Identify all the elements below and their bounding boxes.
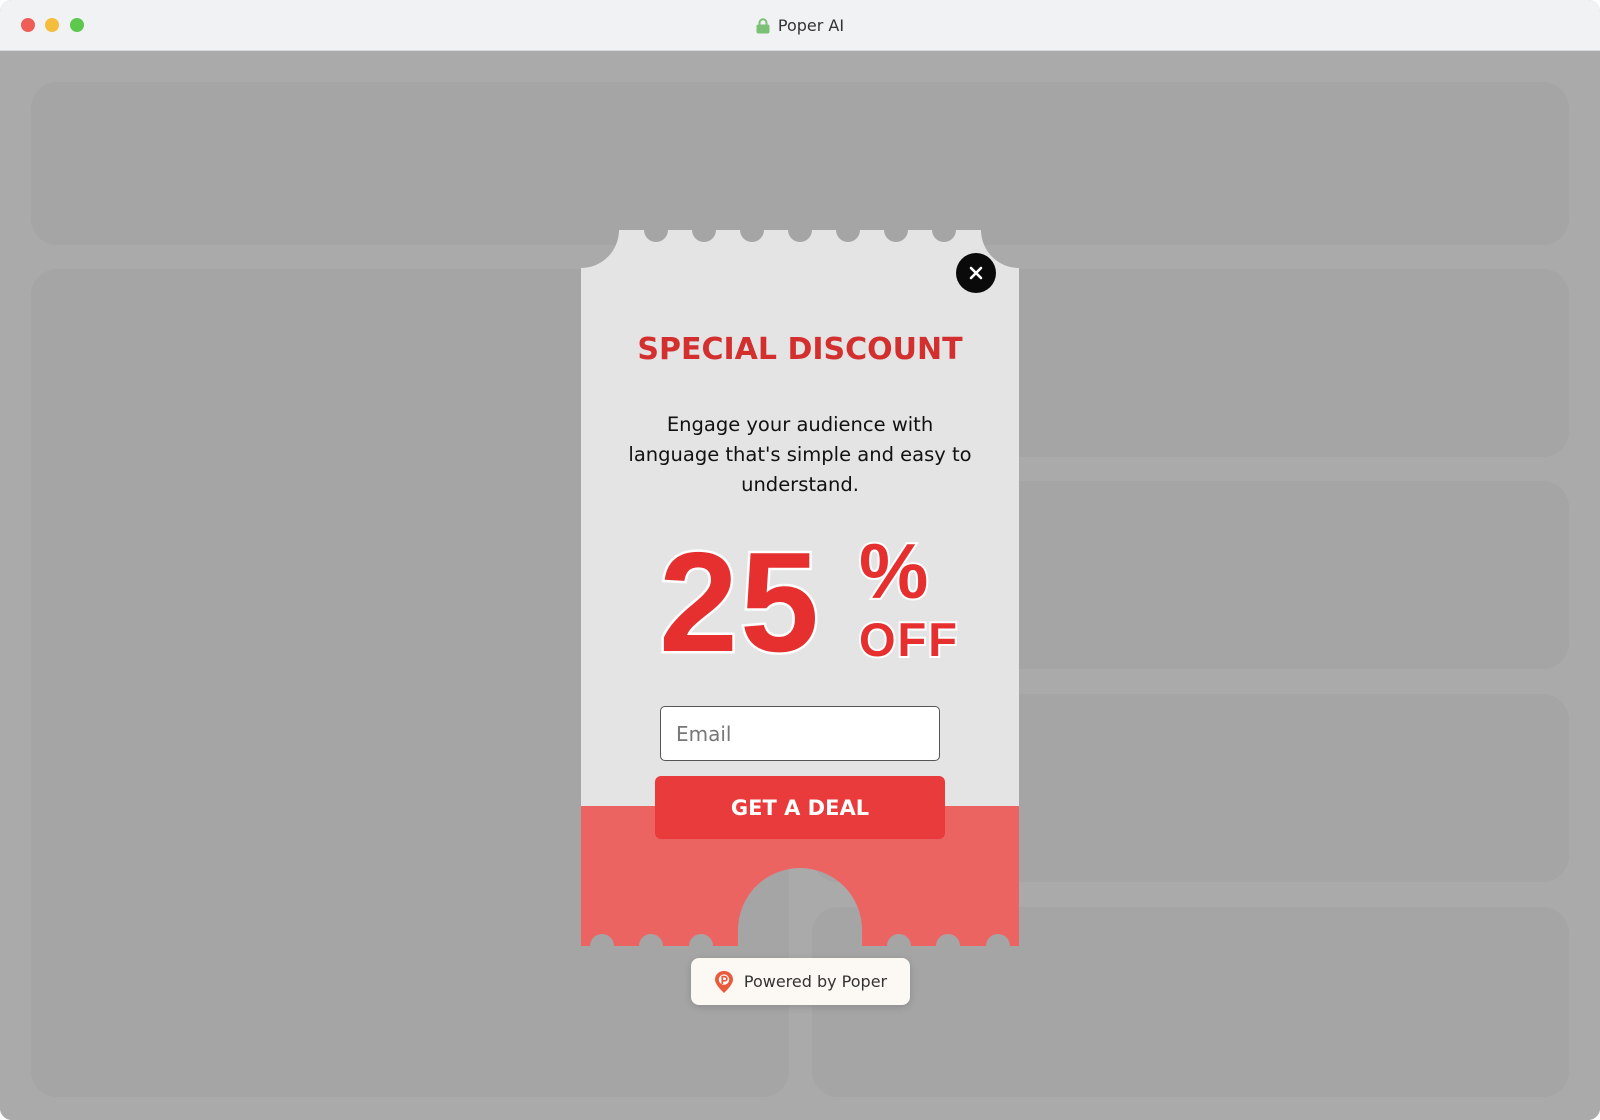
percent-symbol: % — [859, 527, 928, 615]
powered-by-badge[interactable]: Powered by Poper — [691, 958, 910, 1005]
close-popup-button[interactable] — [956, 253, 996, 293]
email-field[interactable] — [660, 706, 940, 761]
poper-logo-icon — [714, 970, 734, 994]
popup-heading: SPECIAL DISCOUNT — [637, 332, 963, 367]
placeholder-block — [31, 82, 1569, 245]
powered-by-text: Powered by Poper — [743, 972, 888, 991]
discount-popup: SPECIAL DISCOUNT Engage your audience wi… — [581, 230, 1019, 946]
title-wrap: Poper AI — [0, 0, 1600, 51]
discount-value: 25 — [659, 523, 821, 682]
off-label: OFF — [859, 613, 959, 666]
title-bar: Poper AI — [0, 0, 1600, 51]
get-deal-button[interactable]: GET A DEAL — [655, 776, 945, 839]
discount-graphic: 25 % OFF — [657, 521, 999, 685]
popup-description: Engage your audience with language that'… — [628, 413, 972, 496]
close-icon — [969, 266, 983, 280]
window-title: Poper AI — [777, 16, 845, 35]
lock-icon — [756, 17, 770, 34]
browser-window: Poper AI SPECIAL DISCOUNT Engage your au… — [0, 0, 1600, 1120]
